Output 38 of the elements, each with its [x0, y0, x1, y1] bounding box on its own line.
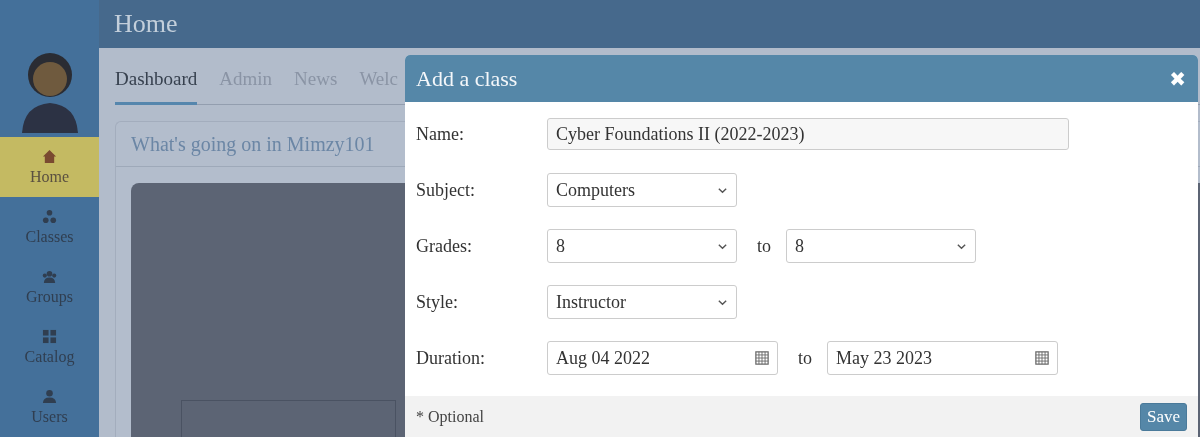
footer-note: * Optional [416, 407, 484, 426]
card-title: What's going on in Mimzy101 [131, 132, 375, 156]
tab[interactable]: Dashboard [115, 68, 198, 105]
circles-icon [42, 208, 57, 224]
dialog-title: Add a class [416, 65, 518, 92]
field-label: Name: [416, 123, 465, 145]
nav-item[interactable]: Classes [0, 197, 99, 257]
dropdown[interactable]: Instructor [547, 285, 737, 319]
date-field[interactable]: May 23 2023 [827, 341, 1058, 375]
people-icon [42, 268, 57, 284]
range-separator: to [798, 347, 812, 369]
house-icon [42, 148, 57, 164]
close-button[interactable]: ✖ [1169, 68, 1186, 89]
dropdown[interactable]: 8 [786, 229, 976, 263]
nav-item[interactable]: Catalog [0, 317, 99, 377]
nav-label: Users [31, 407, 68, 426]
text-field[interactable]: Cyber Foundations II (2022-2023) [547, 118, 1069, 150]
nav-label: Home [29, 167, 70, 186]
dropdown[interactable]: 8 [547, 229, 737, 263]
nav-item[interactable]: Groups [0, 257, 99, 317]
calendar-icon [755, 351, 769, 365]
calendar-icon [1035, 351, 1049, 365]
field-label: Subject: [416, 179, 476, 201]
grid-icon [42, 328, 57, 344]
date-field[interactable]: Aug 04 2022 [547, 341, 778, 375]
person-icon [42, 388, 57, 404]
nav-label: Catalog [24, 347, 75, 366]
nav-item[interactable]: Users [0, 377, 99, 437]
nav-label: Classes [25, 227, 74, 246]
nav-label: Groups [25, 287, 74, 306]
nav-item[interactable]: Home [0, 137, 99, 197]
field-label: Grades: [416, 235, 473, 257]
field-label: Style: [416, 291, 459, 313]
page-title: Home [114, 9, 178, 39]
save-button[interactable]: Save [1139, 402, 1187, 431]
range-separator: to [757, 235, 771, 257]
dropdown[interactable]: Computers [547, 173, 737, 207]
field-label: Duration: [416, 347, 486, 369]
